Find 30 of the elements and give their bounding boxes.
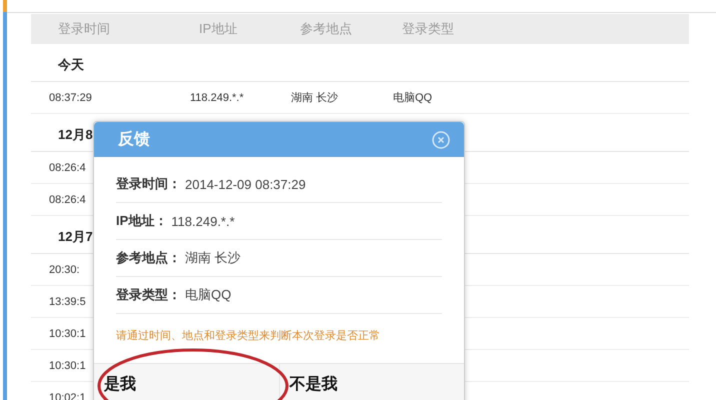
table-cell: 13:39:5 bbox=[49, 296, 86, 308]
close-icon[interactable] bbox=[432, 130, 450, 148]
date-group-label: 12月8 bbox=[58, 126, 93, 144]
column-header: 登录时间 bbox=[58, 20, 110, 38]
field-value: 118.249.*.* bbox=[171, 214, 235, 228]
column-header: 登录类型 bbox=[402, 20, 454, 38]
table-cell: 08:37:29 bbox=[49, 92, 92, 104]
table-cell-text: 湖南 长沙 bbox=[291, 91, 338, 105]
field-value: 2014-12-09 08:37:29 bbox=[185, 176, 306, 192]
table-cell: 20:30: bbox=[49, 264, 80, 276]
column-header: 参考地点 bbox=[300, 20, 352, 38]
choice-button[interactable]: 不是我 bbox=[280, 364, 464, 400]
table-cell-text: 电脑QQ bbox=[393, 90, 432, 105]
column-header: IP地址 bbox=[199, 20, 238, 38]
field-label: 登录时间： bbox=[116, 175, 181, 193]
hint-text: 请通过时间、地点和登录类型来判断本次登录是否正常 bbox=[116, 328, 381, 344]
table-cell: 10:30:1 bbox=[49, 360, 86, 372]
field-value: 湖南 长沙 bbox=[185, 249, 241, 267]
field-label: 登录类型： bbox=[116, 286, 181, 304]
date-group-label: 12月7 bbox=[58, 228, 93, 246]
field-label: 参考地点： bbox=[116, 249, 181, 267]
field-label: IP地址： bbox=[116, 212, 168, 230]
choice-button[interactable]: 是我 bbox=[94, 364, 278, 400]
table-cell: 08:26:4 bbox=[49, 194, 86, 206]
table-cell: 08:26:4 bbox=[49, 162, 86, 174]
date-group-label: 今天 bbox=[58, 56, 84, 74]
table-cell: 118.249.*.* bbox=[190, 92, 244, 104]
table-cell: 10:30:1 bbox=[49, 328, 86, 340]
field-value: 电脑QQ bbox=[185, 286, 232, 304]
dialog-title: 反馈 bbox=[118, 130, 150, 150]
